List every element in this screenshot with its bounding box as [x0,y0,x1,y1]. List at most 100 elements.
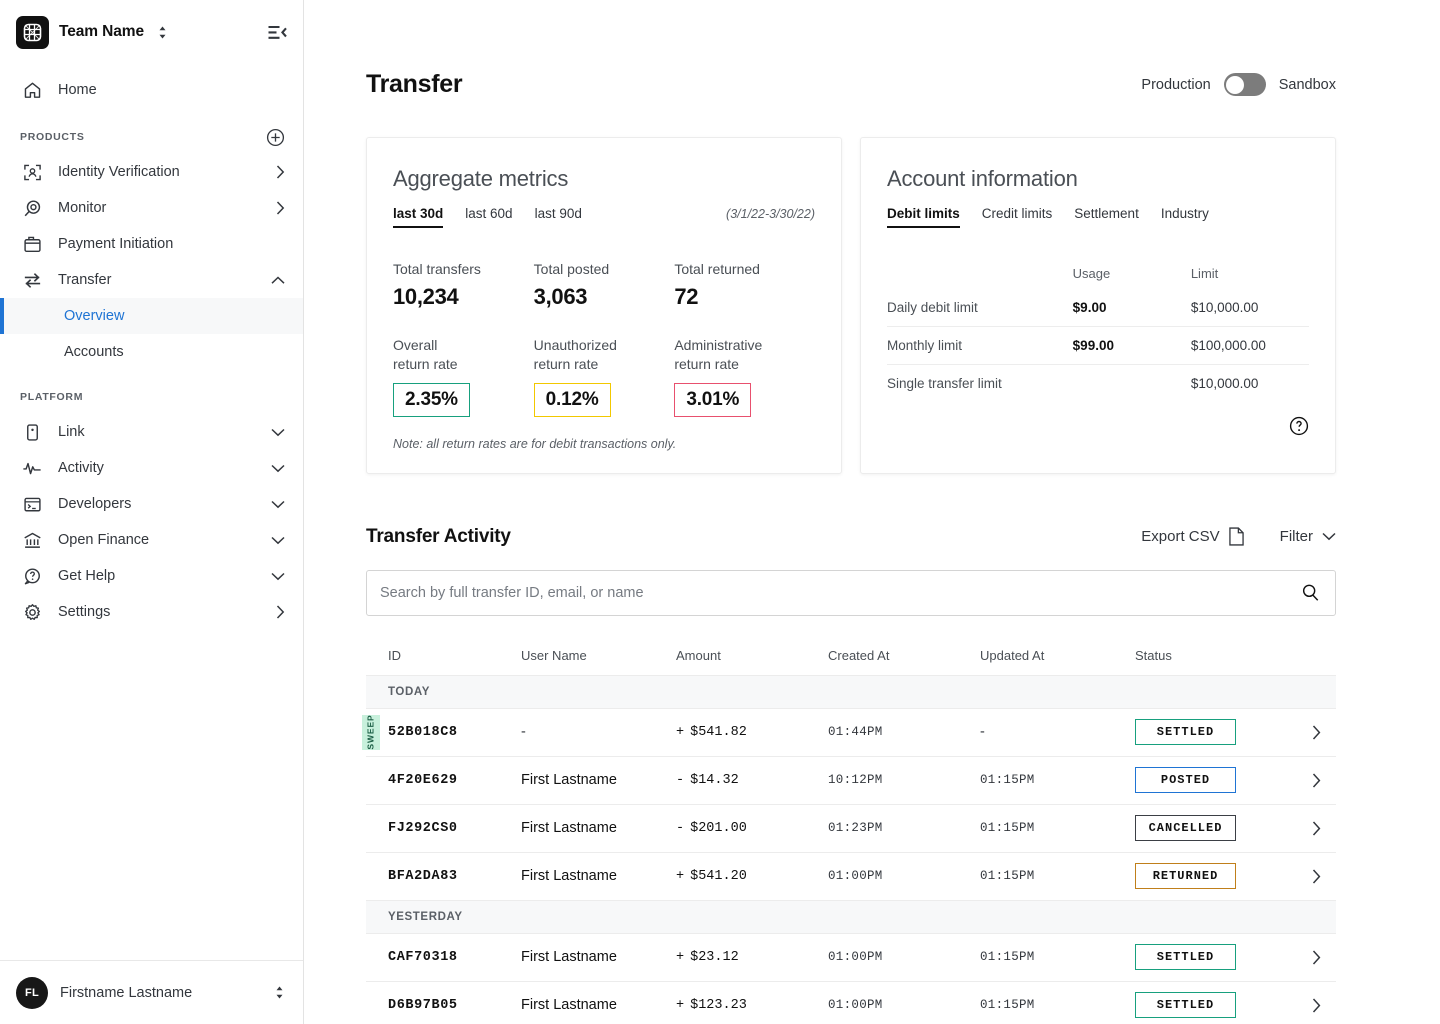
row-expand-chevron[interactable] [1296,950,1336,965]
tab-settlement[interactable]: Settlement [1074,206,1139,228]
export-csv-label: Export CSV [1141,528,1220,546]
team-switcher[interactable]: Team Name [0,0,303,64]
environment-toggle[interactable] [1223,73,1266,96]
limit-value: $10,000.00 [1190,300,1259,315]
chevron-right-icon[interactable] [276,605,285,619]
chevron-down-icon[interactable] [271,500,285,509]
activity-pulse-icon [22,458,42,478]
column-header-created-at: Created At [828,647,890,663]
aggregate-metrics-card: Aggregate metrics last 30d last 60d last… [366,137,842,474]
sidebar-item-label: Identity Verification [58,164,180,180]
sweep-badge-label: SWEEP [366,714,377,750]
sidebar-item-settings[interactable]: Settings [0,594,303,630]
tab-credit-limits[interactable]: Credit limits [982,206,1053,228]
table-row[interactable]: BFA2DA83 First Lastname + $541.20 01:00PM… [366,852,1336,901]
aggregate-metrics-title: Aggregate metrics [393,166,569,191]
export-csv-button[interactable]: Export CSV [1141,527,1244,546]
main-content: Transfer Production Sandbox Aggregate me… [304,0,1440,1024]
avatar: FL [16,976,48,1009]
sidebar-item-get-help[interactable]: Get Help [0,558,303,594]
rate-label-line1: Administrative [674,336,763,353]
tab-last-60d[interactable]: last 60d [465,206,512,228]
cell-created-at: 01:00PM [828,998,883,1013]
transfer-activity-table: ID User Name Amount Created At Updated A… [362,635,1336,1024]
tab-last-30d[interactable]: last 30d [393,206,444,228]
search-icon[interactable] [1301,583,1320,602]
sidebar-item-label: Get Help [58,568,116,584]
table-row[interactable]: D6B97B05 First Lastname + $123.23 01:00PM… [366,981,1336,1024]
group-header-today: TODAY [366,675,1336,709]
table-row[interactable]: CAF70318 First Lastname + $23.12 01:00PM … [366,933,1336,982]
wallet-icon [22,234,42,254]
cell-amount: + $541.82 [676,725,828,740]
amount-sign: + [676,868,685,884]
sidebar-item-link[interactable]: Link [0,414,303,450]
sidebar-item-monitor[interactable]: Monitor [0,190,303,226]
chevron-up-icon[interactable] [271,275,285,285]
tab-debit-limits[interactable]: Debit limits [887,206,960,228]
app-root: Team Name Home PRODUCTS Identity Verific… [0,0,1440,1024]
status-badge: CANCELLED [1135,815,1236,842]
page-title: Transfer [366,70,463,98]
collapse-sidebar-icon[interactable] [268,25,287,40]
account-information-help[interactable] [887,416,1309,436]
chevron-down-icon[interactable] [271,428,285,437]
metric-label: Total posted [533,261,610,277]
chevron-down-icon[interactable] [271,572,285,581]
environment-sandbox-label: Sandbox [1278,76,1336,93]
chevron-down-icon[interactable] [271,464,285,473]
amount-value: $201.00 [690,820,747,836]
help-circle-icon[interactable] [1289,416,1309,436]
sidebar-item-payment-initiation[interactable]: Payment Initiation [0,226,303,262]
sidebar-item-identity-verification[interactable]: Identity Verification [0,154,303,190]
cell-id: CAF70318 [388,949,458,965]
limit-usage: $99.00 [1072,326,1191,365]
table-row[interactable]: 4F20E629 First Lastname - $14.32 10:12PM … [366,756,1336,805]
metric-total-posted: Total posted 3,063 [534,260,675,310]
chevron-right-icon[interactable] [276,165,285,179]
row-expand-chevron[interactable] [1296,773,1336,788]
sidebar-item-home[interactable]: Home [0,70,303,110]
search-input[interactable] [380,584,1301,601]
sidebar-item-open-finance[interactable]: Open Finance [0,522,303,558]
account-information-tabs: Debit limits Credit limits Settlement In… [887,206,1309,228]
search-bar[interactable] [366,569,1336,616]
sidebar-item-transfer-overview[interactable]: Overview [0,298,303,334]
amount-value: $541.20 [690,868,747,884]
sidebar-item-transfer-accounts[interactable]: Accounts [0,334,303,370]
rate-label-line1: Unauthorized [533,336,617,353]
table-row[interactable]: SWEEP 52B018C8 - + $541.82 01:44PM - SETT… [362,708,1336,757]
user-account-switcher[interactable]: FL Firstname Lastname [0,960,303,1024]
row-expand-chevron[interactable] [1296,821,1336,836]
tab-industry[interactable]: Industry [1161,206,1209,228]
column-header-status: Status [1135,647,1172,663]
table-row[interactable]: FJ292CS0 First Lastname - $201.00 01:23PM… [366,804,1336,853]
sidebar-item-transfer[interactable]: Transfer [0,262,303,298]
metric-label: Total transfers [393,261,481,277]
row-expand-chevron[interactable] [1296,725,1336,740]
row-expand-chevron[interactable] [1296,869,1336,884]
identity-icon [22,162,42,182]
tab-last-90d[interactable]: last 90d [535,206,582,228]
column-header-blank [887,266,1073,289]
plus-circle-icon[interactable] [266,128,285,147]
chevron-down-icon[interactable] [271,536,285,545]
cell-created-at: 01:00PM [828,869,883,884]
sidebar-item-activity[interactable]: Activity [0,450,303,486]
cell-id: 4F20E629 [388,772,458,788]
column-header-user-name: User Name [521,647,587,663]
transfer-activity-actions: Export CSV Filter [1141,527,1336,546]
limit-usage: $9.00 [1072,300,1107,315]
platform-section-header: PLATFORM [0,380,303,414]
filter-button[interactable]: Filter [1280,528,1336,545]
table-header-row: ID User Name Amount Created At Updated A… [366,635,1336,676]
row-expand-chevron[interactable] [1296,998,1336,1013]
chevron-updown-icon[interactable] [157,25,168,40]
chevron-right-icon[interactable] [276,201,285,215]
sidebar-item-label: Activity [58,460,104,476]
sidebar-item-developers[interactable]: Developers [0,486,303,522]
chevron-updown-icon[interactable] [274,985,285,1000]
cell-status: CANCELLED [1135,815,1296,842]
date-range-label: (3/1/22-3/30/22) [726,207,815,221]
toggle-knob [1226,75,1245,94]
